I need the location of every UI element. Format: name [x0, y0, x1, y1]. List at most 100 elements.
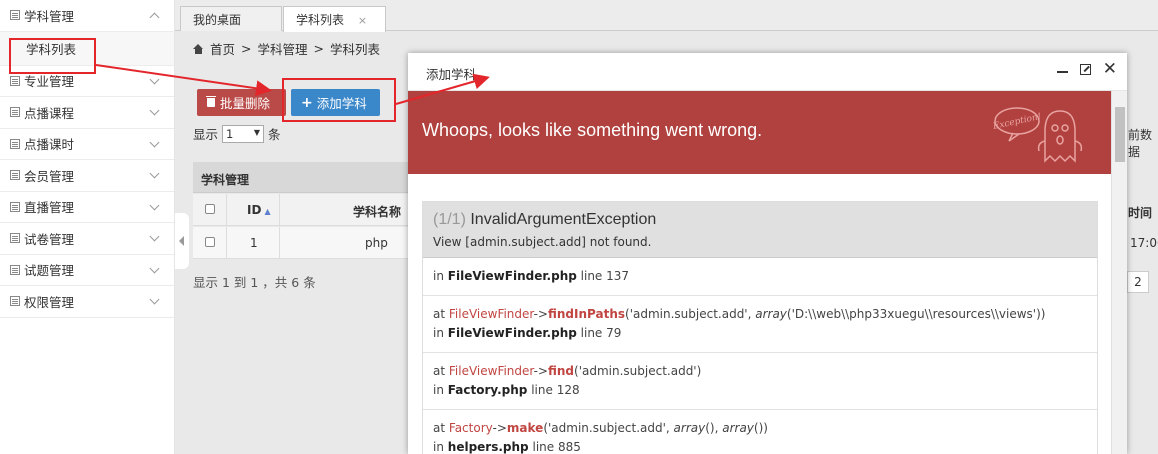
sidebar-collapse-handle[interactable]: [175, 213, 189, 269]
annotation-box-add-button: [282, 78, 396, 122]
sidebar-item-paper-management[interactable]: 试卷管理: [0, 223, 174, 255]
modal-body: Whoops, looks like something went wrong.…: [408, 91, 1111, 454]
chevron-down-icon: [149, 263, 160, 273]
tab-subject-list[interactable]: 学科列表 ×: [283, 6, 386, 32]
scrollbar-thumb[interactable]: [1115, 107, 1125, 162]
frame-args: ('admin.subject.add'): [574, 364, 702, 378]
exception-type: InvalidArgumentException: [470, 211, 657, 228]
modal-scrollbar[interactable]: [1111, 91, 1127, 454]
sort-icon: ▲: [264, 207, 271, 216]
time-cell-fragment: 17:00: [1130, 236, 1158, 250]
sidebar-item-permission-management[interactable]: 权限管理: [0, 286, 174, 318]
frame-class: FileViewFinder: [448, 364, 534, 378]
sidebar-item-label: 直播管理: [24, 200, 75, 216]
time-column-fragment: 时间: [1128, 206, 1153, 220]
batch-delete-button[interactable]: 批量删除: [197, 89, 286, 116]
frame-at: at: [433, 307, 446, 321]
modal-controls: ✕: [1056, 61, 1117, 78]
sidebar-item-label: 点播课时: [24, 137, 75, 153]
page-size-select[interactable]: 1: [222, 124, 265, 143]
table-info: 显示 1 到 1 ，共 6 条: [193, 275, 316, 290]
breadcrumb-home[interactable]: 首页: [210, 39, 235, 58]
batch-delete-label: 批量删除: [220, 96, 271, 111]
cell-name: php: [365, 236, 388, 250]
sidebar-item-label: 会员管理: [24, 168, 75, 184]
chevron-down-icon: [149, 231, 160, 242]
chevron-down-icon: [149, 137, 160, 147]
frame-function: make: [506, 421, 544, 435]
chevron-down-icon: [149, 200, 160, 210]
chevron-down-icon: [149, 168, 160, 179]
trash-icon: [206, 96, 216, 107]
exception-count: (1/1): [433, 211, 466, 228]
sidebar-item-vod-courses[interactable]: 点播课程: [0, 97, 174, 129]
sidebar-item-live-management[interactable]: 直播管理: [0, 192, 174, 223]
stack-frame: at FileViewFinder->findInPaths('admin.su…: [423, 296, 1097, 353]
error-banner: Whoops, looks like something went wrong.…: [408, 91, 1111, 174]
exception-box: (1/1) InvalidArgumentException View [adm…: [422, 201, 1098, 454]
sidebar-item-label: 专业管理: [24, 74, 75, 90]
frame-prefix: in: [433, 326, 444, 340]
cell-id: 1: [250, 236, 258, 250]
tab-my-desktop[interactable]: 我的桌面: [180, 6, 282, 31]
sidebar-item-label: 试卷管理: [24, 231, 75, 247]
table-row: 1 php: [193, 227, 408, 259]
list-icon: [10, 10, 20, 21]
tab-label: 我的桌面: [193, 13, 242, 27]
error-banner-text: Whoops, looks like something went wrong.: [422, 120, 763, 140]
column-header-id[interactable]: ID ▲: [247, 203, 271, 217]
list-icon: [10, 264, 20, 275]
sidebar-item-label: 权限管理: [24, 294, 75, 310]
frame-function: find: [547, 364, 575, 378]
close-icon[interactable]: ✕: [1103, 61, 1117, 78]
show-label: 显示: [193, 127, 219, 142]
add-subject-modal: 添加学科 ✕ Whoops, looks like something went…: [408, 53, 1127, 454]
table-header-row: ID ▲ 学科名称: [193, 194, 408, 226]
select-all-checkbox[interactable]: [205, 204, 215, 214]
frame-args-keyword: array: [673, 421, 706, 435]
stack-frame: at Factory->make('admin.subject.add', ar…: [423, 410, 1097, 454]
sidebar-item-member-management[interactable]: 会员管理: [0, 160, 174, 192]
modal-title: 添加学科: [426, 67, 477, 82]
sidebar-item-question-management[interactable]: 试题管理: [0, 255, 174, 286]
column-header-name[interactable]: 学科名称: [353, 203, 401, 220]
minimize-icon[interactable]: [1056, 71, 1068, 73]
column-id-label: ID: [247, 203, 262, 217]
tab-bar: 我的桌面 学科列表 ×: [175, 0, 1158, 32]
frame-arrow: ->: [492, 421, 507, 435]
frame-at: at: [433, 364, 446, 378]
frame-class: FileViewFinder: [448, 307, 534, 321]
sidebar-item-label: 试题管理: [24, 263, 75, 279]
frame-line: line 885: [532, 440, 581, 454]
home-icon: [193, 43, 204, 54]
sidebar-item-label: 点播课程: [24, 105, 75, 121]
close-icon[interactable]: ×: [358, 14, 367, 27]
stack-frame: at FileViewFinder->find('admin.subject.a…: [423, 353, 1097, 410]
exception-message: View [admin.subject.add] not found.: [433, 235, 652, 249]
frame-file: helpers.php: [447, 440, 529, 454]
breadcrumb-section[interactable]: 学科管理: [258, 39, 308, 58]
modal-header: 添加学科 ✕: [408, 53, 1127, 91]
list-icon: [10, 170, 20, 181]
frame-file: Factory.php: [447, 383, 528, 397]
sidebar-item-vod-lessons[interactable]: 点播课时: [0, 129, 174, 160]
frame-arrow: ->: [533, 364, 548, 378]
chevron-down-icon: [149, 294, 160, 305]
maximize-icon[interactable]: [1079, 63, 1091, 75]
frame-prefix: in: [433, 269, 444, 283]
page-2-button[interactable]: 2: [1127, 271, 1149, 293]
row-checkbox[interactable]: [205, 237, 215, 247]
chevron-down-icon: [149, 74, 160, 84]
table-title: 学科管理: [193, 162, 408, 193]
frame-function: findInPaths: [547, 307, 626, 321]
breadcrumb-separator: >: [313, 41, 324, 56]
frame-line: line 137: [580, 269, 630, 283]
frame-args: ('admin.subject.add',: [543, 421, 674, 435]
frame-file: FileViewFinder.php: [447, 269, 577, 283]
stack-frame: in FileViewFinder.php line 137: [423, 258, 1097, 296]
frame-args: ('D:\\web\\php33xuegu\\resources\\views'…: [786, 307, 1046, 321]
sidebar-item-subject-management[interactable]: 学科管理: [0, 0, 174, 32]
chevron-down-icon: [149, 105, 160, 116]
frame-file: FileViewFinder.php: [447, 326, 577, 340]
search-label-fragment: 前数据: [1128, 128, 1153, 159]
